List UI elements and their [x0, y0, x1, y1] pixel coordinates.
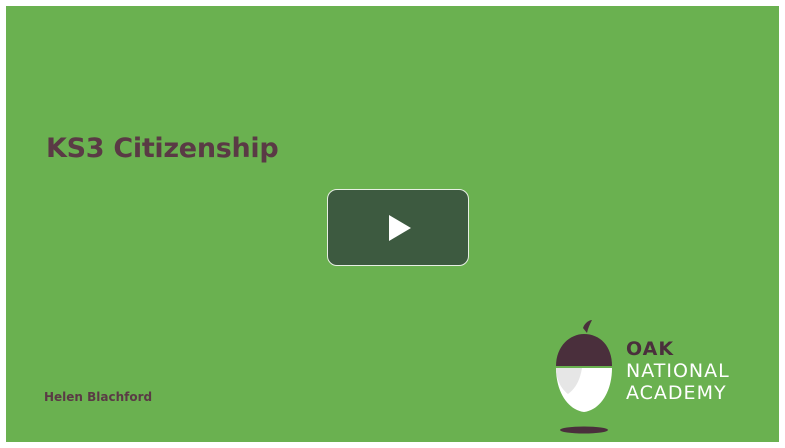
- logo-line-national: NATIONAL: [626, 360, 730, 382]
- logo-wordmark: OAK NATIONAL ACADEMY: [626, 338, 730, 404]
- logo-line-academy: ACADEMY: [626, 382, 727, 404]
- video-frame: KS3 Citizenship Helen Blachford OAK NATI…: [0, 0, 785, 448]
- logo-line-oak: OAK: [626, 338, 675, 360]
- slide-title: KS3 Citizenship: [46, 133, 279, 164]
- presenter-name: Helen Blachford: [44, 390, 153, 404]
- play-icon: [389, 214, 411, 241]
- video-slide[interactable]: KS3 Citizenship Helen Blachford OAK NATI…: [6, 6, 779, 442]
- play-button[interactable]: [327, 189, 469, 266]
- oak-national-academy-logo: OAK NATIONAL ACADEMY: [546, 318, 766, 436]
- acorn-icon: [556, 320, 612, 434]
